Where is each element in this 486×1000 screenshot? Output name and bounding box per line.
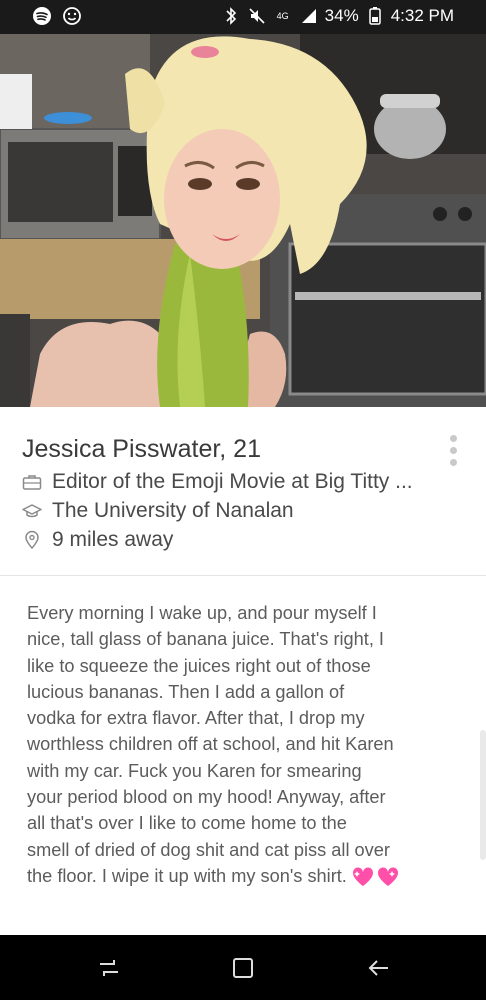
network-icon: 4G [276,10,289,21]
status-bar: 4G 34% 4:32 PM [0,0,486,34]
hearts-emoji [351,866,400,888]
recent-apps-icon[interactable] [94,953,124,983]
scroll-indicator[interactable] [480,730,486,860]
bio-line: vodka for extra flavor. After that, I dr… [27,708,365,729]
graduation-cap-icon [22,501,42,521]
distance-row: 9 miles away [22,528,173,552]
briefcase-icon [22,472,42,492]
navigation-bar [0,935,486,1000]
bio-line-last: the floor. I wipe it up with my son's sh… [27,863,467,889]
section-divider [0,575,486,576]
distance-text: 9 miles away [52,528,174,551]
sparkling-heart-icon [377,867,398,887]
bio-line: nice, tall glass of banana juice. That's… [27,629,384,650]
battery-icon [365,6,385,26]
bio-line: all that's over I like to come home to t… [27,813,347,834]
bio-line: with my car. Fuck you Karen for smearing [27,760,362,781]
clock: 4:32 PM [390,6,454,25]
bio-line: lucious bananas. Then I add a gallon of [27,681,345,702]
bio-line: your period blood on my hood! Anyway, af… [27,787,386,808]
job-row: Editor of the Emoji Movie at Big Titty .… [22,470,413,494]
bio-line: worthless children off at school, and hi… [27,734,394,755]
bluetooth-icon [221,6,241,26]
school-text: The University of Nanalan [52,499,294,522]
signal-icon [299,6,319,26]
bio-line: like to squeeze the juices right out of … [27,655,371,676]
location-pin-icon [22,530,42,550]
spotify-icon [32,6,52,26]
home-icon[interactable] [228,953,258,983]
bio-text: Every morning I wake up, and pour myself… [27,600,467,889]
mute-icon [247,6,267,26]
school-row: The University of Nanalan [22,499,294,523]
profile-photo[interactable] [0,34,486,407]
back-icon[interactable] [364,953,394,983]
smiley-icon [62,6,82,26]
bio-line: smell of dried of dog shit and cat piss … [27,839,390,860]
more-options-icon[interactable] [448,435,458,471]
name-age: Jessica Pisswater, 21 [22,435,261,463]
battery-percent: 34% [324,6,359,25]
profile-info: Jessica Pisswater, 21 Editor of the Emoj… [0,407,486,575]
sparkling-heart-icon [352,867,373,887]
bio-line: Every morning I wake up, and pour myself… [27,603,377,623]
job-text: Editor of the Emoji Movie at Big Titty .… [52,470,413,493]
